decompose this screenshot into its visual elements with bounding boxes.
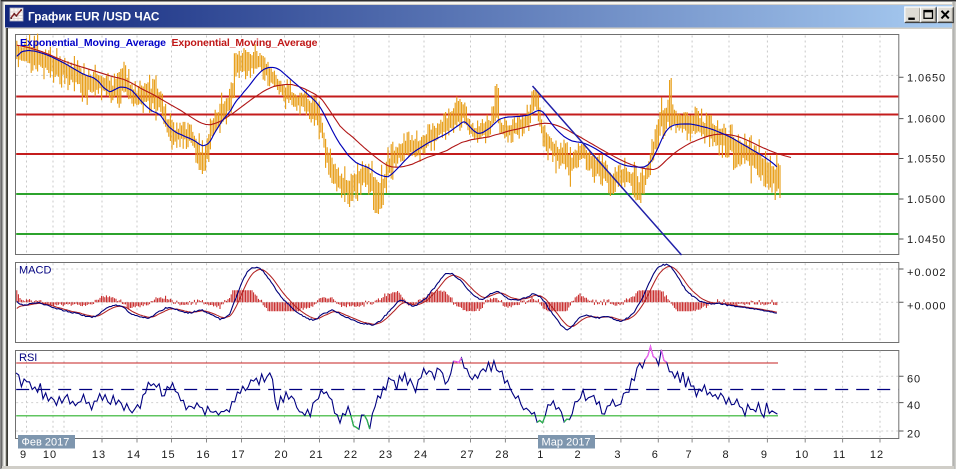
svg-text:MACD: MACD [19,265,51,277]
svg-text:6: 6 [652,449,659,461]
svg-text:28: 28 [495,449,509,461]
svg-text:16: 16 [196,449,210,461]
svg-text:1.0550: 1.0550 [907,154,946,166]
svg-text:21: 21 [309,449,323,461]
svg-text:9: 9 [20,449,27,461]
svg-text:1.0650: 1.0650 [907,72,946,84]
svg-text:20: 20 [274,449,288,461]
svg-text:11: 11 [833,449,846,461]
svg-text:40: 40 [907,400,921,412]
svg-text:12: 12 [870,449,884,461]
svg-text:Exponential_Moving_Average: Exponential_Moving_Average [20,37,166,49]
svg-text:Мар 2017: Мар 2017 [542,437,591,449]
svg-text:Фев 2017: Фев 2017 [22,437,70,449]
svg-text:Exponential_Moving_Average: Exponential_Moving_Average [172,37,318,49]
svg-text:60: 60 [907,374,921,386]
svg-text:9: 9 [761,449,768,461]
svg-text:23: 23 [379,449,393,461]
svg-text:17: 17 [231,449,245,461]
svg-text:7: 7 [686,449,693,461]
svg-text:27: 27 [460,449,474,461]
svg-text:22: 22 [344,449,358,461]
svg-text:10: 10 [795,449,809,461]
svg-text:1.0450: 1.0450 [907,234,946,246]
svg-text:13: 13 [92,449,106,461]
svg-text:2: 2 [575,449,582,461]
svg-text:+0.000: +0.000 [907,301,946,313]
svg-text:1.0600: 1.0600 [907,114,946,126]
svg-text:15: 15 [161,449,175,461]
svg-text:8: 8 [722,449,729,461]
svg-text:График EUR /USD ЧАС: График EUR /USD ЧАС [28,9,160,23]
svg-text:1: 1 [537,449,544,461]
svg-text:10: 10 [43,449,57,461]
svg-text:3: 3 [614,449,621,461]
svg-text:24: 24 [414,449,428,461]
svg-text:+0.002: +0.002 [907,267,946,279]
svg-text:20: 20 [907,428,921,440]
svg-text:RSI: RSI [19,352,37,364]
svg-text:1.0500: 1.0500 [907,194,946,206]
svg-text:14: 14 [127,449,141,461]
